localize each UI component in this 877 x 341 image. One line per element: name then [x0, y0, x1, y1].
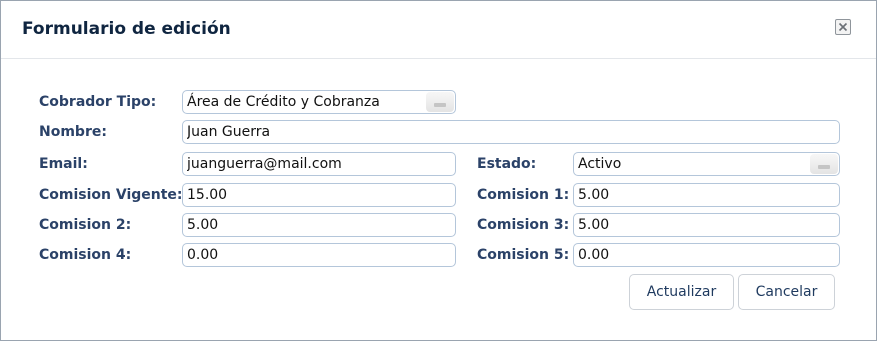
- comision-4-input[interactable]: [182, 243, 456, 267]
- comision-2-input[interactable]: [182, 213, 456, 237]
- cancel-button[interactable]: Cancelar: [738, 274, 835, 310]
- nombre-input[interactable]: [182, 120, 840, 144]
- dialog-titlebar: Formulario de edición: [1, 1, 876, 59]
- dialog-title: Formulario de edición: [22, 19, 231, 39]
- cobrador-tipo-label: Cobrador Tipo:: [39, 94, 157, 110]
- close-icon[interactable]: [835, 19, 851, 35]
- email-label: Email:: [39, 156, 88, 172]
- cobrador-tipo-value: Área de Crédito y Cobranza: [187, 94, 380, 110]
- comision-4-label: Comision 4:: [39, 247, 132, 263]
- cobrador-tipo-select[interactable]: Área de Crédito y Cobranza: [182, 90, 456, 114]
- comision-1-label: Comision 1:: [477, 187, 570, 203]
- email-input[interactable]: [182, 152, 456, 176]
- edit-form-dialog: Formulario de edición Cobrador Tipo: Áre…: [0, 0, 877, 341]
- estado-value: Activo: [578, 156, 622, 172]
- comision-5-input[interactable]: [573, 243, 840, 267]
- comision-3-input[interactable]: [573, 213, 840, 237]
- comision-5-label: Comision 5:: [477, 247, 570, 263]
- comision-vigente-label: Comision Vigente:: [39, 187, 183, 203]
- update-button[interactable]: Actualizar: [629, 274, 734, 310]
- nombre-label: Nombre:: [39, 124, 107, 140]
- estado-label: Estado:: [477, 156, 537, 172]
- comision-2-label: Comision 2:: [39, 217, 132, 233]
- comision-3-label: Comision 3:: [477, 217, 570, 233]
- comision-1-input[interactable]: [573, 183, 840, 207]
- dropdown-arrow-icon[interactable]: [810, 154, 838, 174]
- comision-vigente-input[interactable]: [182, 183, 456, 207]
- estado-select[interactable]: Activo: [573, 152, 840, 176]
- dropdown-arrow-icon[interactable]: [426, 92, 454, 112]
